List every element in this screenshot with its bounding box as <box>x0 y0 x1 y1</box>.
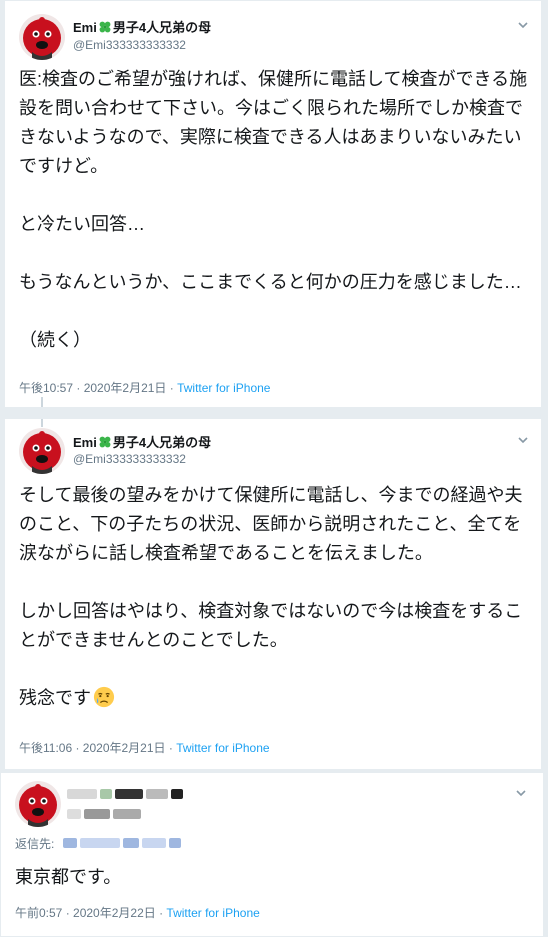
tweet-meta: 午後10:57 · 2020年2月21日 · Twitter for iPhon… <box>19 381 271 395</box>
avatar[interactable] <box>19 428 65 474</box>
tweet-text: そして最後の望みをかけて保健所に電話し、今までの経過や夫のこと、下の子たちの状況… <box>19 485 523 708</box>
tweet-source-link[interactable]: Twitter for iPhone <box>177 381 270 395</box>
tweet-meta: 午前0:57 · 2020年2月22日 · Twitter for iPhone <box>15 906 260 920</box>
chevron-down-icon[interactable] <box>517 19 529 31</box>
crying-face-emoji <box>93 686 115 708</box>
tweet-timestamp[interactable]: 午後10:57 · 2020年2月21日 <box>19 381 166 395</box>
reply-tweet-card[interactable]: 返信先: 東京都です。 午前0:57 · 2020年2月22日 · Twitte… <box>0 772 544 937</box>
tweet-timestamp[interactable]: 午前0:57 · 2020年2月22日 <box>15 906 156 920</box>
obscured-reply-target[interactable] <box>63 836 181 850</box>
chevron-down-icon[interactable] <box>517 434 529 446</box>
avatar[interactable] <box>15 781 61 827</box>
obscured-author-handle <box>67 807 141 821</box>
tweet-timestamp[interactable]: 午後11:06 · 2020年2月21日 <box>19 741 166 755</box>
tweet-card[interactable]: Emi 男子4人兄弟の母 @Emi333333333332 そして最後の望みをかけ… <box>4 418 542 770</box>
reply-to-label: 返信先: <box>15 837 55 851</box>
tweet-source-link[interactable]: Twitter for iPhone <box>166 906 259 920</box>
thread-connector <box>41 419 43 427</box>
tweet-text: 東京都です。 <box>15 867 122 887</box>
thread-connector <box>41 397 43 407</box>
clover-emoji <box>99 436 111 448</box>
chevron-down-icon[interactable] <box>515 787 527 799</box>
tweet-card[interactable]: Emi 男子4人兄弟の母 @Emi333333333332 医:検査のご希望が強け… <box>4 0 542 408</box>
author-name[interactable]: Emi 男子4人兄弟の母 <box>73 432 211 451</box>
author-handle[interactable]: @Emi333333333332 <box>73 452 186 466</box>
author-handle[interactable]: @Emi333333333332 <box>73 38 186 52</box>
obscured-author-name <box>67 787 183 801</box>
clover-emoji <box>99 21 111 33</box>
author-name[interactable]: Emi 男子4人兄弟の母 <box>73 17 211 36</box>
tweet-text: 医:検査のご希望が強ければ、保健所に電話して検査ができる施設を問い合わせて下さい… <box>19 69 528 350</box>
tweet-source-link[interactable]: Twitter for iPhone <box>176 741 269 755</box>
tweet-meta: 午後11:06 · 2020年2月21日 · Twitter for iPhon… <box>19 741 270 755</box>
avatar[interactable] <box>19 14 65 60</box>
